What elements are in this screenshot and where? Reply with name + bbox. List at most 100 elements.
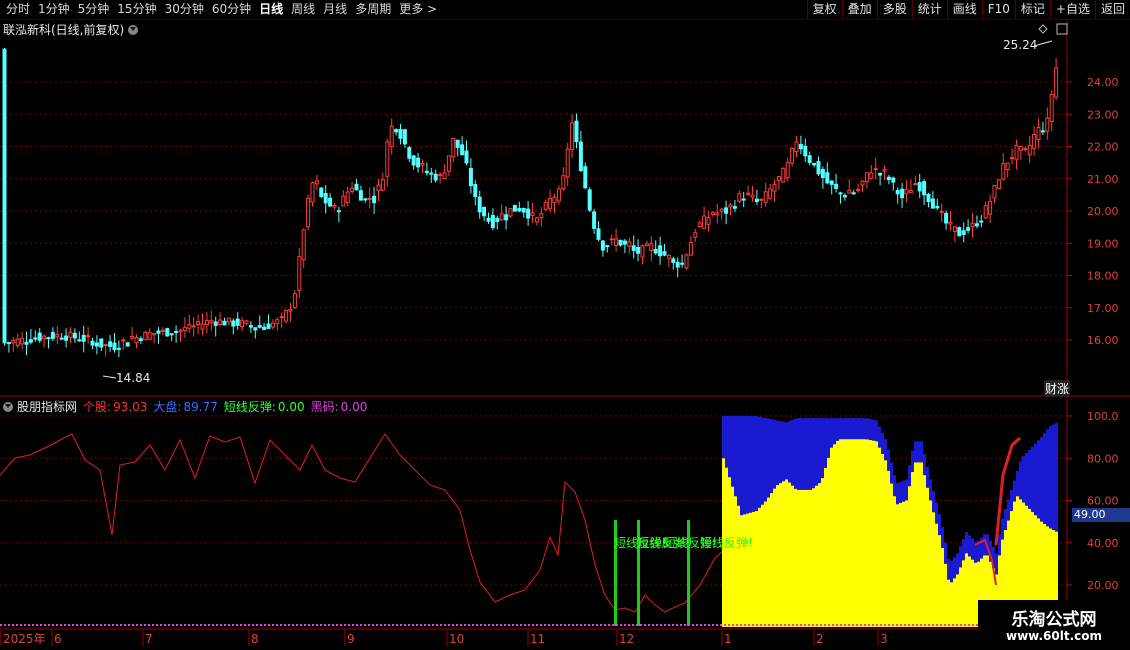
candle-body [490,214,495,228]
price-tick-label: 23.00 [1087,108,1119,121]
candle-body [1036,126,1041,141]
candle-body [99,338,104,348]
stock-column [914,462,917,627]
time-tick-label: 12 [619,632,634,646]
candle-body [710,212,715,216]
stock-column [776,485,779,627]
candle-body [790,147,795,164]
candle-body [336,210,341,213]
candle-body [719,208,724,212]
candle-body [314,180,319,185]
stock-column [965,553,968,627]
chart-canvas: 24.0023.0022.0021.0020.0019.0018.0017.00… [0,20,1130,646]
time-tick-label: 3 [880,632,888,646]
candle-body [270,322,275,328]
candle-body [1040,130,1045,133]
candle-body [385,141,390,177]
candle-body [319,187,324,198]
candle-body [156,330,161,334]
candle-body [376,184,381,192]
candle-body [556,188,561,202]
candle-body [50,331,55,339]
time-tick-label: 11 [530,632,545,646]
candle-body [763,191,768,203]
stock-column [884,460,887,627]
stock-column [818,483,821,627]
stock-column [800,489,803,627]
candle-body [684,254,689,269]
candle-body [495,217,500,222]
candle-body [794,141,799,153]
candle-body [803,145,808,157]
candle-body [1014,144,1019,160]
stock-column [827,457,830,627]
candle-body [631,245,636,251]
candle-body [200,323,205,330]
high-price-label: 25.24 [1003,38,1037,52]
dropdown-icon[interactable] [3,401,13,412]
caizhang-badge[interactable]: 财涨 [1044,380,1071,397]
stock-column [824,467,827,627]
indicator-value: 93.03 [113,400,148,414]
candle-body [992,184,997,199]
indicator-tick-label: 20.00 [1087,579,1119,592]
candle-body [618,239,623,246]
candle-body [526,208,531,219]
candle-body [728,204,733,208]
candle-body [587,189,592,211]
stock-column [752,511,755,627]
candle-body [169,333,174,336]
stock-column [782,481,785,627]
stock-column [944,563,947,627]
stock-column [953,578,956,627]
candle-body [81,334,86,342]
stock-column [854,439,857,627]
stock-column [848,439,851,627]
candle-body [310,182,315,203]
candle-body [284,309,289,322]
indicator-label: 短线反弹: [223,400,276,414]
stock-column [833,444,836,627]
candle-body [46,337,51,340]
candle-body [636,246,641,254]
candle-body [807,155,812,163]
candle-body [33,337,38,340]
stock-column [743,514,746,627]
candle-body [904,188,909,195]
time-tick-label: 2 [816,632,824,646]
candle-body [750,194,755,198]
candle-body [882,169,887,172]
candle-body [1045,117,1050,132]
stock-column [836,440,839,627]
candle-body [732,206,737,209]
candle-body [138,338,143,342]
candle-body [240,320,245,328]
stock-column [920,462,923,627]
indicator-value: 0.00 [340,400,368,414]
candle-body [741,198,746,201]
candle-body [363,198,368,201]
candle-body [600,240,605,251]
stock-column [893,496,896,627]
candle-body [864,172,869,183]
price-tick-label: 16.00 [1087,334,1119,347]
stock-column [923,475,926,627]
stock-column [809,489,812,627]
indicator-name[interactable]: 股朋指标网 [17,398,77,415]
stock-column [797,489,800,627]
candle-body [24,341,29,345]
stock-column [842,439,845,627]
stock-column [926,487,929,627]
candle-body [781,168,786,183]
candle-body [165,328,170,337]
candle-body [812,162,817,166]
stock-column [887,470,890,627]
candle-body [961,230,966,236]
stock-column [863,439,866,627]
candle-body [389,125,394,148]
candle-body [561,175,566,190]
stock-column [728,477,731,627]
price-tick-label: 17.00 [1087,302,1119,315]
candle-body [768,188,773,199]
candle-body [222,320,227,326]
